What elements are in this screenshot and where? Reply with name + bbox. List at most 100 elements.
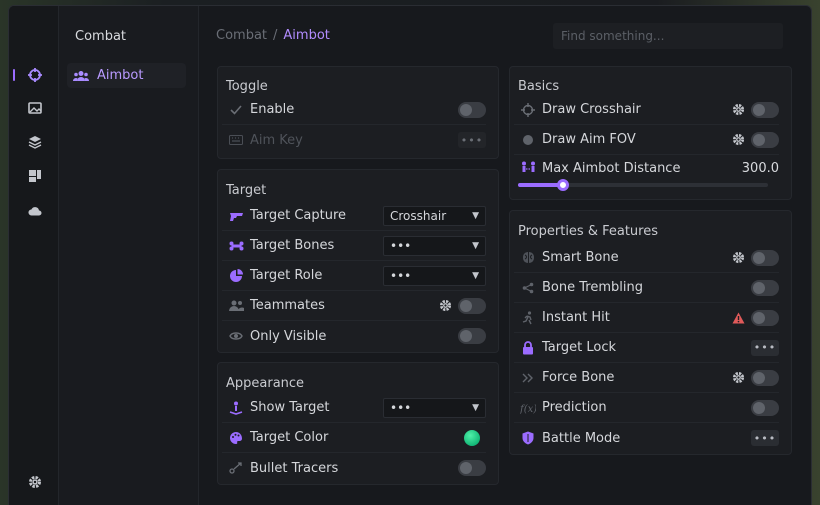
row-label: Target Role bbox=[250, 268, 323, 283]
app-window: Combat Aimbot Combat / Aimbot Toggle Enabl… bbox=[8, 5, 812, 505]
row-label: Target Bones bbox=[250, 238, 335, 253]
smart-bone-toggle[interactable] bbox=[751, 249, 779, 266]
breadcrumb-separator: / bbox=[273, 28, 278, 43]
aim-key-button[interactable]: ••• bbox=[458, 132, 486, 148]
running-icon bbox=[520, 310, 536, 326]
caret-down-icon: ▼ bbox=[472, 210, 479, 221]
battle-mode-button[interactable]: ••• bbox=[751, 430, 779, 446]
tracer-icon bbox=[228, 460, 244, 476]
target-capture-select[interactable]: Crosshair ▼ bbox=[383, 205, 486, 226]
check-icon bbox=[228, 102, 244, 118]
battle-mode-row[interactable]: Battle Mode ••• bbox=[514, 423, 779, 453]
warning-icon bbox=[732, 312, 745, 324]
gear-icon[interactable] bbox=[439, 299, 452, 312]
bullet-tracers-toggle[interactable] bbox=[458, 460, 486, 476]
card-title: Basics bbox=[518, 79, 560, 94]
target-person-icon bbox=[228, 400, 244, 416]
max-aimbot-distance-row: Max Aimbot Distance 300.0 bbox=[514, 155, 779, 181]
bullet-tracers-row[interactable]: Bullet Tracers bbox=[222, 453, 486, 483]
target-lock-row[interactable]: Target Lock ••• bbox=[514, 333, 779, 363]
target-bones-select[interactable]: ••• ▼ bbox=[383, 235, 486, 256]
crosshair-nav-icon[interactable] bbox=[25, 65, 45, 85]
enable-row[interactable]: Enable bbox=[222, 95, 486, 125]
distance-value: 300.0 bbox=[741, 160, 779, 176]
teammates-row[interactable]: Teammates bbox=[222, 291, 486, 321]
card-title: Properties & Features bbox=[518, 224, 658, 239]
breadcrumb-parent[interactable]: Combat bbox=[216, 28, 267, 43]
target-role-select[interactable]: ••• ▼ bbox=[383, 265, 486, 286]
appearance-card: Appearance Show Target ••• ▼ Target Color… bbox=[217, 362, 499, 485]
share-icon bbox=[520, 280, 536, 296]
section-title: Combat bbox=[75, 29, 127, 44]
dashboard-nav-icon[interactable] bbox=[25, 166, 45, 186]
draw-crosshair-toggle[interactable] bbox=[751, 101, 779, 118]
bone-icon bbox=[228, 238, 244, 254]
gear-icon[interactable] bbox=[732, 371, 745, 384]
target-color-row[interactable]: Target Color bbox=[222, 423, 486, 453]
force-bone-toggle[interactable] bbox=[751, 369, 779, 386]
image-nav-icon[interactable] bbox=[25, 98, 45, 118]
basics-card: Basics Draw Crosshair Draw Aim FOV Max A… bbox=[509, 66, 792, 200]
layers-nav-icon[interactable] bbox=[25, 132, 45, 152]
draw-crosshair-row[interactable]: Draw Crosshair bbox=[514, 95, 779, 125]
target-bones-row[interactable]: Target Bones ••• ▼ bbox=[222, 231, 486, 261]
row-label: Draw Aim FOV bbox=[542, 132, 636, 147]
row-label: Smart Bone bbox=[542, 250, 619, 265]
target-card: Target Target Capture Crosshair ▼ Target … bbox=[217, 169, 499, 353]
gear-icon[interactable] bbox=[732, 103, 745, 116]
search-input[interactable] bbox=[553, 23, 783, 49]
select-value: Crosshair bbox=[390, 208, 447, 223]
bone-trembling-row[interactable]: Bone Trembling bbox=[514, 273, 779, 303]
select-value: ••• bbox=[390, 238, 412, 253]
instant-hit-toggle[interactable] bbox=[751, 309, 779, 326]
instant-hit-row[interactable]: Instant Hit bbox=[514, 303, 779, 333]
draw-aim-fov-toggle[interactable] bbox=[751, 131, 779, 148]
shield-icon bbox=[520, 430, 536, 446]
row-label: Target Color bbox=[250, 430, 329, 445]
distance-slider[interactable] bbox=[518, 179, 768, 191]
enable-toggle[interactable] bbox=[458, 101, 486, 118]
sub-navigation: Combat Aimbot bbox=[59, 6, 199, 505]
target-color-swatch[interactable] bbox=[464, 429, 480, 446]
prediction-toggle[interactable] bbox=[751, 399, 779, 416]
row-label: Prediction bbox=[542, 400, 607, 415]
gear-icon[interactable] bbox=[732, 251, 745, 264]
row-label: Max Aimbot Distance bbox=[542, 160, 681, 176]
crosshair-icon bbox=[520, 102, 536, 118]
active-indicator bbox=[13, 69, 15, 81]
target-lock-button[interactable]: ••• bbox=[751, 339, 779, 356]
select-value: ••• bbox=[390, 268, 412, 283]
row-label: Enable bbox=[250, 102, 295, 117]
row-label: Bone Trembling bbox=[542, 280, 643, 295]
row-label: Target Capture bbox=[250, 208, 347, 223]
keyboard-icon bbox=[228, 132, 244, 148]
only-visible-toggle[interactable] bbox=[458, 328, 486, 344]
show-target-select[interactable]: ••• ▼ bbox=[383, 397, 486, 418]
pie-chart-icon bbox=[228, 268, 244, 284]
select-value: ••• bbox=[390, 400, 412, 415]
row-label: Instant Hit bbox=[542, 310, 610, 325]
users-icon bbox=[73, 70, 89, 82]
teammates-toggle[interactable] bbox=[458, 297, 486, 314]
show-target-row[interactable]: Show Target ••• ▼ bbox=[222, 393, 486, 423]
draw-aim-fov-row[interactable]: Draw Aim FOV bbox=[514, 125, 779, 155]
bone-trembling-toggle[interactable] bbox=[751, 279, 779, 296]
force-bone-row[interactable]: Force Bone bbox=[514, 363, 779, 393]
target-capture-row[interactable]: Target Capture Crosshair ▼ bbox=[222, 201, 486, 231]
card-title: Target bbox=[226, 183, 267, 198]
card-title: Toggle bbox=[226, 79, 268, 94]
aim-key-row[interactable]: Aim Key ••• bbox=[222, 125, 486, 155]
settings-nav-icon[interactable] bbox=[25, 472, 45, 492]
cloud-nav-icon[interactable] bbox=[25, 201, 45, 221]
toggle-card: Toggle Enable Aim Key ••• bbox=[217, 66, 499, 159]
subnav-item-aimbot[interactable]: Aimbot bbox=[67, 63, 186, 88]
users-icon bbox=[228, 298, 244, 314]
smart-bone-row[interactable]: Smart Bone bbox=[514, 243, 779, 273]
breadcrumb-current: Aimbot bbox=[283, 28, 330, 43]
only-visible-row[interactable]: Only Visible bbox=[222, 321, 486, 351]
breadcrumb: Combat / Aimbot bbox=[216, 28, 330, 43]
slider-handle[interactable] bbox=[557, 179, 569, 191]
gear-icon[interactable] bbox=[732, 133, 745, 146]
target-role-row[interactable]: Target Role ••• ▼ bbox=[222, 261, 486, 291]
prediction-row[interactable]: f(x) Prediction bbox=[514, 393, 779, 423]
